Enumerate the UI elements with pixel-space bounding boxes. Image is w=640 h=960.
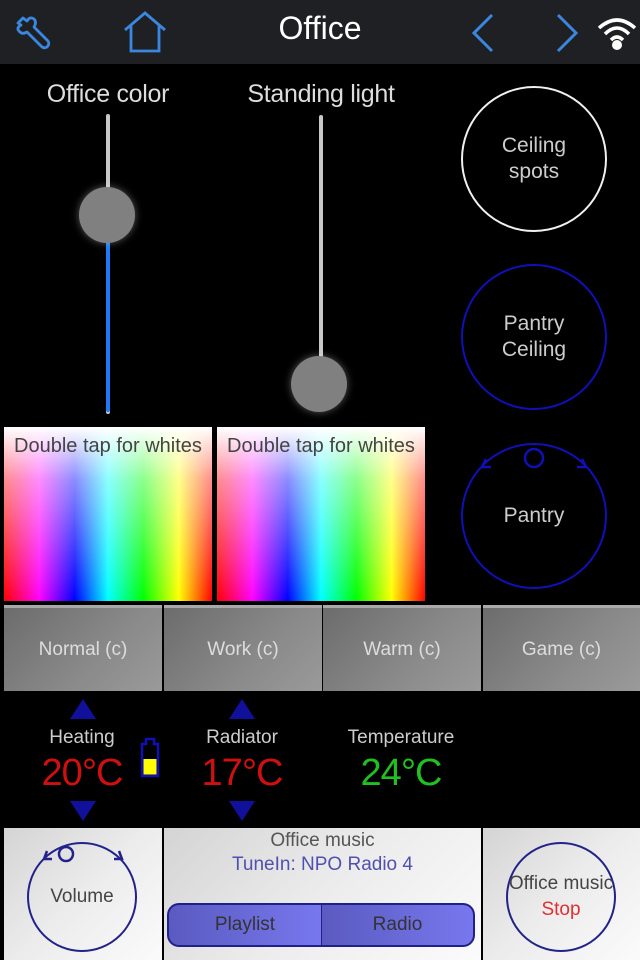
chevron-right-icon[interactable]	[552, 12, 582, 54]
heating-up-button[interactable]	[70, 699, 96, 719]
music-zone-title: Office music	[270, 830, 375, 851]
office-color-thumb[interactable]	[79, 187, 135, 243]
volume-panel[interactable]: Volume	[4, 828, 162, 960]
page-title: Office	[278, 10, 362, 46]
music-stop-label: Stop	[541, 899, 581, 920]
heating-down-button[interactable]	[70, 801, 96, 821]
scene-game-button[interactable]: Game (c)	[483, 605, 640, 691]
rotate-arrows-icon	[42, 845, 124, 863]
radio-button[interactable]: Radio	[321, 903, 475, 947]
standing-light-color-picker-hint: Double tap for whites	[227, 435, 415, 457]
music-stop-title: Office music	[508, 873, 614, 894]
battery-icon	[140, 737, 160, 778]
standing-light-thumb[interactable]	[291, 356, 347, 412]
pantry-dimmer-label: Pantry	[503, 504, 565, 527]
office-color-fill	[106, 214, 110, 412]
pantry-ceiling-label-line1: Pantry	[503, 312, 565, 335]
office-color-picker-hint: Double tap for whites	[14, 435, 202, 457]
heating-value: 20°C	[41, 752, 124, 794]
ceiling-spots-button[interactable]: Ceiling spots	[461, 86, 607, 232]
volume-label: Volume	[50, 886, 114, 907]
music-stop-button[interactable]: Office music Stop	[506, 842, 616, 952]
standing-light-label: Standing light	[247, 80, 395, 108]
playlist-button[interactable]: Playlist	[167, 903, 322, 947]
office-color-label: Office color	[46, 80, 170, 108]
wrench-icon[interactable]	[12, 12, 54, 54]
office-color-picker[interactable]: Double tap for whites	[4, 427, 212, 601]
navigation-bar: Office	[0, 0, 640, 64]
chevron-left-icon[interactable]	[468, 12, 498, 54]
radiator-down-button[interactable]	[229, 801, 255, 821]
scene-work-button[interactable]: Work (c)	[164, 605, 322, 691]
music-source: TuneIn: NPO Radio 4	[232, 854, 413, 875]
temperature-label: Temperature	[347, 727, 455, 748]
ceiling-spots-label-line1: Ceiling	[501, 134, 567, 157]
rotate-arrows-icon	[479, 447, 589, 469]
radiator-label: Radiator	[206, 727, 278, 748]
standing-light-color-picker[interactable]: Double tap for whites	[217, 427, 425, 601]
scene-normal-button[interactable]: Normal (c)	[4, 605, 162, 691]
radiator-up-button[interactable]	[229, 699, 255, 719]
pantry-ceiling-label-line2: Ceiling	[501, 338, 567, 361]
heating-label: Heating	[49, 727, 115, 748]
pantry-ceiling-button[interactable]: Pantry Ceiling	[461, 264, 607, 410]
scene-warm-button[interactable]: Warm (c)	[323, 605, 481, 691]
temperature-value: 24°C	[360, 752, 443, 794]
home-icon[interactable]	[122, 10, 168, 54]
standing-light-track[interactable]	[319, 115, 323, 375]
radiator-value: 17°C	[201, 752, 284, 794]
music-stop-panel: Office music Stop	[483, 828, 640, 960]
wifi-icon	[597, 18, 637, 50]
ceiling-spots-label-line2: spots	[508, 160, 560, 183]
